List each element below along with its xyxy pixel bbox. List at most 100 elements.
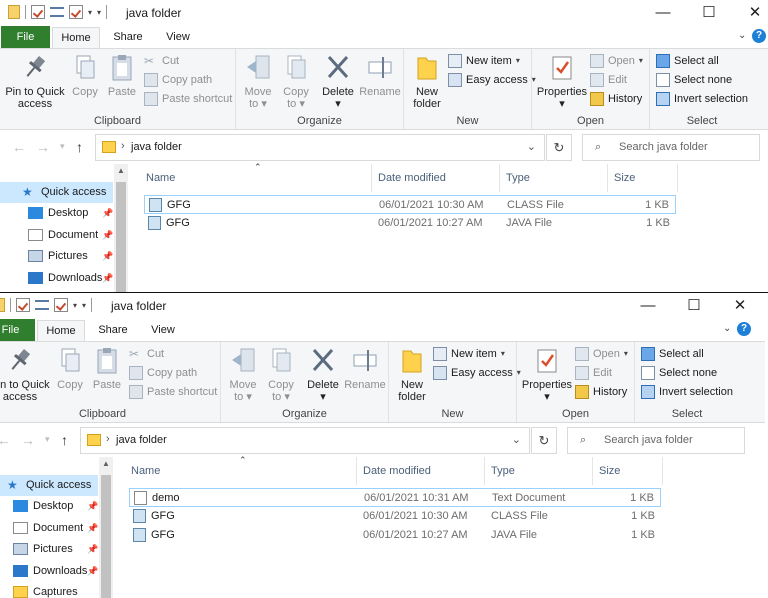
pin-icon[interactable]: 📌 [87,561,98,582]
file-row[interactable]: demo 06/01/2021 10:31 AM Text Document 1 KB [129,488,661,507]
pin-icon[interactable]: 📌 [102,225,113,246]
paste-shortcut-button[interactable]: Paste shortcut [129,383,217,401]
column-header-name[interactable]: Name [125,457,357,485]
select-all-button[interactable]: Select all [641,345,704,363]
nav-item-document[interactable]: Document 📌 [0,518,98,539]
pin-icon[interactable]: 📌 [102,246,113,267]
nav-item-document[interactable]: Document 📌 [0,225,113,246]
scrollbar-thumb[interactable] [101,475,111,598]
pin-icon[interactable]: 📌 [87,539,98,560]
forward-arrow-icon[interactable]: → [21,432,35,448]
checkmark-icon[interactable] [54,298,68,312]
close-button[interactable]: ✕ [717,293,763,319]
maximize-button[interactable]: ☐ [686,0,732,26]
customize-dropdown-icon[interactable]: ▾ [88,8,92,17]
delete-button[interactable]: Delete ▾ [303,346,343,403]
select-all-button[interactable]: Select all [656,52,719,70]
column-header-size[interactable]: Size [593,457,663,485]
breadcrumb[interactable]: java folder [116,434,167,446]
qat-menu-icon[interactable]: ▾ [97,8,101,17]
tab-share[interactable]: Share [104,27,152,48]
pin-icon[interactable]: 📌 [87,518,98,539]
properties-icon[interactable] [31,5,45,19]
nav-item-desktop[interactable]: Desktop 📌 [0,203,113,224]
file-row[interactable]: GFG 06/01/2021 10:30 AM CLASS File 1 KB [129,507,661,526]
tab-share[interactable]: Share [89,320,137,341]
rename-icon[interactable] [50,7,64,17]
column-header-name[interactable]: Name [140,164,372,192]
move-to-button[interactable]: Move to ▾ [225,346,261,403]
copy-to-button[interactable]: Copy to ▾ [278,53,314,110]
copy-to-button[interactable]: Copy to ▾ [263,346,299,403]
minimize-button[interactable]: — [640,0,686,26]
refresh-button[interactable]: ↻ [546,134,572,161]
easy-access-button[interactable]: Easy access ▾ [448,71,536,89]
invert-selection-button[interactable]: Invert selection [656,90,748,108]
help-icon[interactable]: ? [737,322,751,336]
nav-item-downloads[interactable]: Downloads 📌 [0,268,113,289]
back-arrow-icon[interactable]: ← [0,432,11,448]
select-none-button[interactable]: Select none [656,71,732,89]
easy-access-button[interactable]: Easy access ▾ [433,364,521,382]
refresh-button[interactable]: ↻ [531,427,557,454]
column-header-type[interactable]: Type [500,164,608,192]
tab-view[interactable]: View [154,27,202,48]
nav-item-downloads[interactable]: Downloads 📌 [0,561,98,582]
open-button[interactable]: Open ▾ [590,52,643,70]
file-row[interactable]: GFG 06/01/2021 10:30 AM CLASS File 1 KB [144,195,676,214]
column-header-date[interactable]: Date modified [357,457,485,485]
nav-scrollbar[interactable]: ▲ [99,457,113,598]
chevron-down-icon[interactable]: ⌄ [738,30,746,41]
rename-button[interactable]: Rename [358,53,402,98]
minimize-button[interactable]: — [625,293,671,319]
paste-button[interactable]: Paste [89,346,125,391]
properties-icon[interactable] [16,298,30,312]
open-button[interactable]: Open ▾ [575,345,628,363]
recent-dropdown-icon[interactable]: ▾ [60,141,65,152]
recent-dropdown-icon[interactable]: ▾ [45,434,50,445]
address-dropdown-icon[interactable]: ⌄ [512,433,521,446]
select-none-button[interactable]: Select none [641,364,717,382]
nav-scrollbar[interactable]: ▲ [114,164,128,292]
search-input[interactable]: ⌕ Search java folder [582,134,760,161]
new-item-button[interactable]: New item ▾ [448,52,520,70]
breadcrumb[interactable]: java folder [131,141,182,153]
invert-selection-button[interactable]: Invert selection [641,383,733,401]
pin-icon[interactable]: 📌 [87,496,98,517]
up-arrow-icon[interactable]: ↑ [61,432,68,448]
checkmark-icon[interactable] [69,5,83,19]
rename-icon[interactable] [35,300,49,310]
history-button[interactable]: History [590,90,642,108]
chevron-down-icon[interactable]: ⌄ [723,323,731,334]
pin-to-quick-access-button[interactable]: Pin to Quick access [0,346,51,403]
nav-item-pictures[interactable]: Pictures 📌 [0,246,113,267]
copy-path-button[interactable]: Copy path [144,71,212,89]
cut-button[interactable]: ✂ Cut [129,345,164,363]
tab-home[interactable]: Home [37,320,85,341]
rename-button[interactable]: Rename [343,346,387,391]
search-input[interactable]: ⌕ Search java folder [567,427,745,454]
address-dropdown-icon[interactable]: ⌄ [527,140,536,153]
tab-home[interactable]: Home [52,27,100,48]
delete-button[interactable]: Delete ▾ [318,53,358,110]
close-button[interactable]: ✕ [732,0,768,26]
properties-button[interactable]: Properties ▾ [521,346,573,403]
new-folder-button[interactable]: New folder [408,53,446,110]
help-icon[interactable]: ? [752,29,766,43]
file-row[interactable]: GFG 06/01/2021 10:27 AM JAVA File 1 KB [129,526,661,545]
back-arrow-icon[interactable]: ← [12,139,26,155]
new-folder-button[interactable]: New folder [393,346,431,403]
forward-arrow-icon[interactable]: → [36,139,50,155]
scroll-up-arrow-icon[interactable]: ▲ [114,166,128,175]
paste-shortcut-button[interactable]: Paste shortcut [144,90,232,108]
copy-button[interactable]: Copy [68,53,102,98]
maximize-button[interactable]: ☐ [671,293,717,319]
tab-file[interactable]: File [1,26,50,48]
edit-button[interactable]: Edit [575,364,612,382]
paste-button[interactable]: Paste [104,53,140,98]
nav-item-captures[interactable]: Captures [0,582,98,598]
tab-view[interactable]: View [139,320,187,341]
nav-quick-access[interactable]: ★ Quick access [0,182,113,203]
column-header-date[interactable]: Date modified [372,164,500,192]
column-header-type[interactable]: Type [485,457,593,485]
